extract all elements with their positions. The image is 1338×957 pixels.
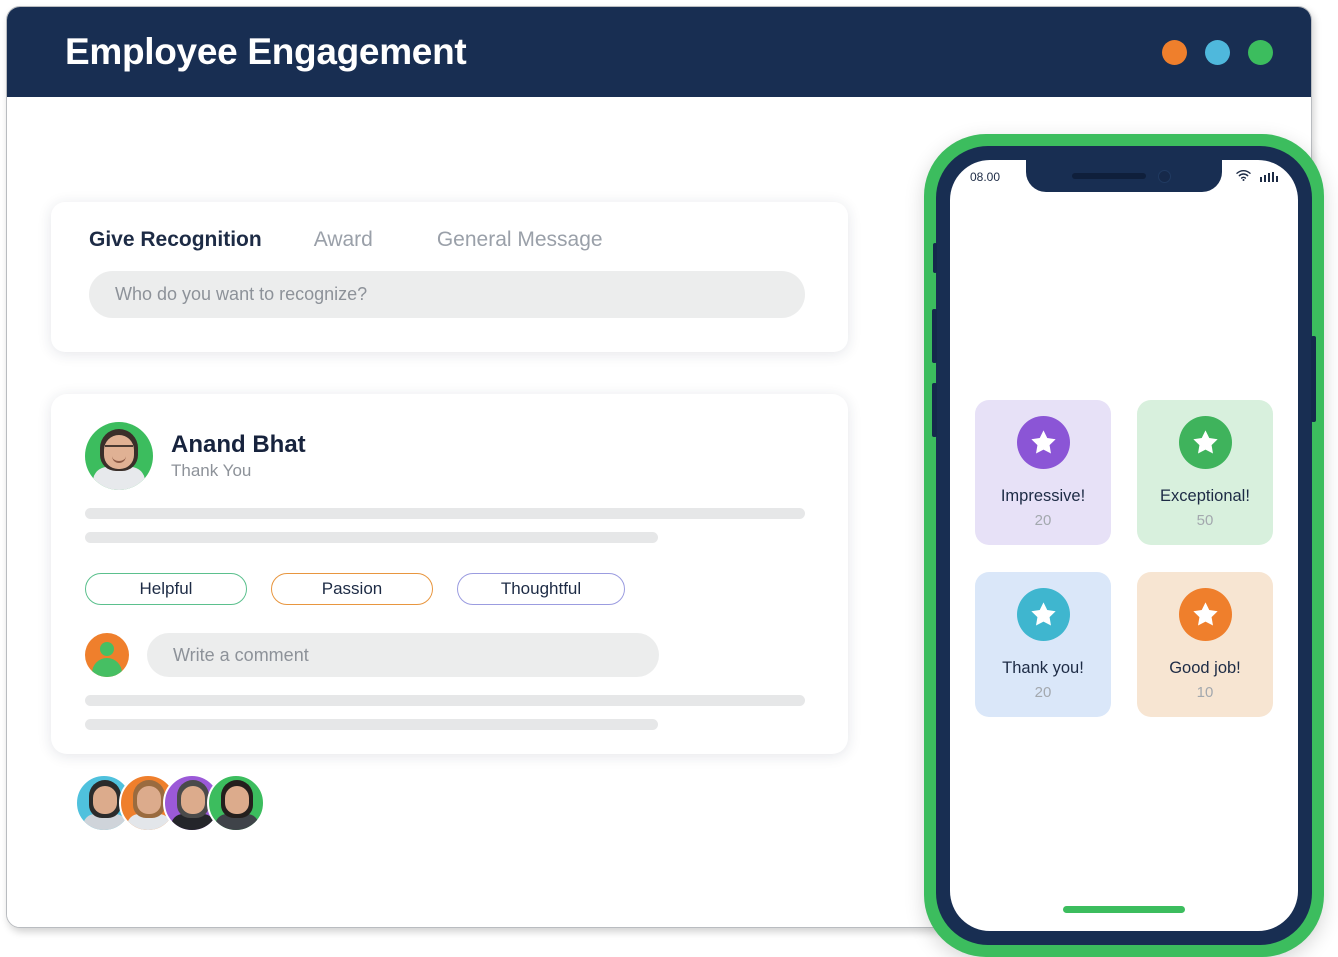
camera-icon bbox=[1158, 170, 1171, 183]
avatar bbox=[85, 422, 153, 490]
star-icon bbox=[1016, 415, 1070, 469]
phone-screen: 08.00 Impressive! 20 Exceptional! 50 Tha… bbox=[950, 160, 1298, 931]
star-icon bbox=[1178, 415, 1232, 469]
tab-give-recognition[interactable]: Give Recognition bbox=[89, 228, 262, 252]
reward-count: 20 bbox=[1034, 512, 1052, 530]
home-indicator[interactable] bbox=[1063, 906, 1185, 913]
reward-cards-grid: Impressive! 20 Exceptional! 50 Thank you… bbox=[950, 400, 1298, 717]
phone-silent-switch[interactable] bbox=[933, 243, 937, 273]
reward-card-impressive[interactable]: Impressive! 20 bbox=[975, 400, 1111, 545]
reward-card-thank-you[interactable]: Thank you! 20 bbox=[975, 572, 1111, 717]
recognition-post-card: Anand Bhat Thank You Helpful Passion Tho… bbox=[51, 394, 848, 754]
star-icon bbox=[1016, 587, 1070, 641]
tag-passion[interactable]: Passion bbox=[271, 573, 433, 605]
phone-notch bbox=[1026, 160, 1222, 192]
tab-award[interactable]: Award bbox=[314, 228, 373, 252]
phone-frame: 08.00 Impressive! 20 Exceptional! 50 Tha… bbox=[932, 146, 1316, 945]
window-controls bbox=[1162, 39, 1273, 65]
reward-count: 50 bbox=[1196, 512, 1214, 530]
post-subtitle: Thank You bbox=[171, 461, 252, 481]
reward-label: Impressive! bbox=[1000, 486, 1086, 505]
close-dot[interactable] bbox=[1248, 39, 1273, 65]
post-text-placeholder-line bbox=[85, 508, 805, 519]
status-bar-time: 08.00 bbox=[970, 170, 1001, 184]
reward-label: Exceptional! bbox=[1160, 486, 1250, 505]
tag-helpful[interactable]: Helpful bbox=[85, 573, 247, 605]
battery-icon bbox=[1259, 172, 1278, 182]
post-text-placeholder-line bbox=[85, 532, 658, 543]
reward-card-exceptional[interactable]: Exceptional! 50 bbox=[1137, 400, 1273, 545]
recognition-composer-card: Give Recognition Award General Message bbox=[51, 202, 848, 352]
participant-avatar-stack bbox=[75, 774, 265, 832]
reward-label: Good job! bbox=[1169, 658, 1241, 677]
comment-placeholder-line bbox=[85, 719, 658, 730]
tag-thoughtful[interactable]: Thoughtful bbox=[457, 573, 625, 605]
phone-volume-up-button[interactable] bbox=[932, 309, 937, 363]
composer-tabs: Give Recognition Award General Message bbox=[89, 228, 810, 252]
wifi-icon bbox=[1235, 169, 1251, 184]
status-bar-indicators bbox=[1235, 169, 1278, 184]
comment-placeholder-line bbox=[85, 695, 805, 706]
screenshot-root: Employee Engagement Give Recognition Awa… bbox=[0, 0, 1338, 957]
recognize-input[interactable] bbox=[89, 271, 805, 318]
star-icon bbox=[1178, 587, 1232, 641]
tab-general-message[interactable]: General Message bbox=[437, 228, 603, 252]
reward-count: 20 bbox=[1034, 684, 1052, 702]
list-item[interactable] bbox=[207, 774, 265, 832]
phone-volume-down-button[interactable] bbox=[932, 383, 937, 437]
comment-avatar bbox=[85, 633, 129, 677]
phone-mockup: 08.00 Impressive! 20 Exceptional! 50 Tha… bbox=[924, 134, 1324, 957]
post-author-block: Anand Bhat Thank You bbox=[171, 431, 306, 482]
reward-count: 10 bbox=[1196, 684, 1214, 702]
page-title: Employee Engagement bbox=[65, 31, 467, 72]
minimize-dot[interactable] bbox=[1162, 39, 1187, 65]
window-titlebar: Employee Engagement bbox=[7, 7, 1311, 97]
phone-power-button[interactable] bbox=[1311, 336, 1316, 422]
reward-card-good-job[interactable]: Good job! 10 bbox=[1137, 572, 1273, 717]
reward-label: Thank you! bbox=[1002, 658, 1084, 677]
post-author-name: Anand Bhat bbox=[171, 430, 306, 458]
reaction-tag-row: Helpful Passion Thoughtful bbox=[85, 573, 814, 605]
comment-row bbox=[85, 633, 814, 677]
maximize-dot[interactable] bbox=[1205, 39, 1230, 65]
post-header: Anand Bhat Thank You bbox=[85, 422, 814, 490]
speaker-icon bbox=[1072, 173, 1146, 179]
comment-input[interactable] bbox=[147, 633, 659, 677]
